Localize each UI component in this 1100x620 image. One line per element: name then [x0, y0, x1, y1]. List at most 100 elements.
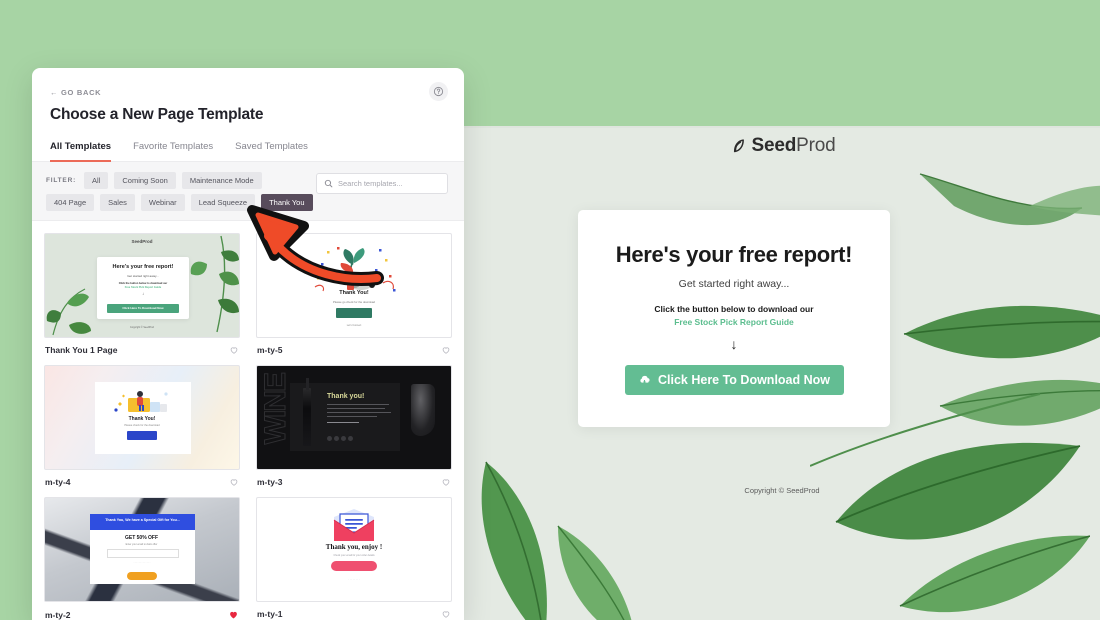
template-card-footer: m-ty-3 — [256, 470, 452, 487]
thumb-glass-image — [411, 384, 435, 436]
favorite-heart-icon[interactable] — [441, 477, 451, 487]
favorite-heart-icon[interactable] — [441, 609, 451, 619]
filter-chip-thank-you[interactable]: Thank You — [261, 194, 313, 211]
thumb-heading: Thank you! — [327, 393, 365, 400]
download-now-label: Click Here To Download Now — [657, 373, 830, 387]
leaf-logo-icon — [729, 138, 746, 155]
leaf-decoration-left-bottom — [481, 461, 632, 620]
template-card-footer: Thank You 1 Page — [44, 338, 240, 355]
thumb-fineprint: · · · · · · · · · · · · · — [133, 562, 151, 564]
preview-report-link[interactable]: Free Stock Pick Report Guide — [578, 317, 890, 327]
template-name: Thank You 1 Page — [45, 345, 118, 355]
preview-copyright: Copyright © SeedProd — [744, 486, 820, 495]
thumb-hero-card: Here's your free report! Get started rig… — [97, 257, 189, 319]
filter-chip-maintenance-mode[interactable]: Maintenance Mode — [181, 172, 262, 189]
template-card-m-ty-5[interactable]: Thank You! Please go check for the downl… — [256, 233, 452, 355]
go-back-link[interactable]: ← GO BACK — [50, 88, 101, 97]
thumb-email-input — [107, 549, 179, 558]
thumb-heading: Thank You! — [128, 416, 156, 422]
template-name: m-ty-4 — [45, 477, 71, 487]
template-card-footer: m-ty-5 — [256, 338, 452, 355]
search-input[interactable] — [338, 179, 440, 188]
thumb-sub: Please check for the download — [124, 424, 160, 427]
template-thumbnail[interactable]: WINE Thank you! — [256, 365, 452, 470]
thumb-banner: Thank You, We have a Special Gift for Yo… — [90, 514, 195, 530]
favorite-heart-icon-active[interactable] — [228, 609, 239, 620]
filter-chip-404-page[interactable]: 404 Page — [46, 194, 95, 211]
template-card-m-ty-4[interactable]: Thank You! Please check for the download… — [44, 365, 240, 487]
thumb-social-icons — [327, 428, 355, 446]
thumb-link: Free Stock Pick Report Guide — [124, 286, 162, 289]
template-card-footer: m-ty-4 — [44, 470, 240, 487]
brand-logo: SeedProd — [464, 135, 1100, 157]
template-card-footer: m-ty-1 — [256, 602, 452, 619]
template-grid: SeedProd Here's your free report! Get st… — [32, 221, 464, 620]
template-thumbnail[interactable]: Thank You! Please go check for the downl… — [256, 233, 452, 338]
thumb-bottle-image — [303, 378, 311, 446]
favorite-heart-icon[interactable] — [441, 345, 451, 355]
thumb-line: Click the button below to download our — [118, 282, 168, 285]
thumb-sub: Get started right away... — [127, 274, 159, 278]
filter-chip-webinar[interactable]: Webinar — [140, 194, 185, 211]
template-name: m-ty-5 — [257, 345, 283, 355]
favorite-heart-icon[interactable] — [229, 345, 239, 355]
thumb-sub: Please go check for the download — [333, 300, 375, 304]
download-now-button[interactable]: Click Here To Download Now — [624, 365, 844, 395]
template-card-m-ty-3[interactable]: WINE Thank you! m-ty-3 — [256, 365, 452, 487]
favorite-heart-icon[interactable] — [229, 477, 239, 487]
filter-chip-coming-soon[interactable]: Coming Soon — [114, 172, 176, 189]
preview-top-strip — [464, 126, 1100, 128]
filter-chip-lead-squeeze[interactable]: Lead Squeeze — [190, 194, 256, 211]
template-thumbnail[interactable]: Thank You! Please check for the download — [44, 365, 240, 470]
template-name: m-ty-3 — [257, 477, 283, 487]
preview-heading: Here's your free report! — [615, 242, 853, 267]
modal-header: ← GO BACK Choose a New Page Template — [32, 68, 464, 124]
preview-subheading: Get started right away... — [678, 278, 790, 290]
template-name: m-ty-1 — [257, 609, 283, 619]
template-tabs: All Templates Favorite Templates Saved T… — [32, 140, 464, 162]
template-thumbnail[interactable]: Thank You, We have a Special Gift for Yo… — [44, 497, 240, 602]
thumb-wine-wordmark: WINE — [259, 374, 293, 445]
tab-favorite-templates[interactable]: Favorite Templates — [133, 141, 213, 162]
thumb-button — [336, 308, 372, 318]
thumb-envelope-icon — [333, 509, 375, 541]
page-title: Choose a New Page Template — [50, 106, 264, 123]
filter-chip-all[interactable]: All — [84, 172, 109, 189]
template-card-m-ty-1[interactable]: Thank you, enjoy ! Check your email for … — [256, 497, 452, 620]
question-circle-icon[interactable] — [429, 82, 448, 101]
template-picker-modal: ← GO BACK Choose a New Page Template All… — [32, 68, 464, 620]
tab-saved-templates[interactable]: Saved Templates — [235, 141, 308, 162]
thumb-confetti-plant-illustration — [314, 247, 396, 292]
search-icon — [324, 179, 333, 188]
filter-chip-sales[interactable]: Sales — [100, 194, 135, 211]
thumb-fineprint: · · · · · · · · — [348, 578, 360, 581]
cloud-download-icon — [638, 374, 651, 387]
preview-instruction: Click the button below to download our — [654, 304, 814, 314]
thumb-sub: Check your email for your order details — [333, 554, 375, 557]
thumb-copyright: Copyright © SeedProd — [130, 326, 154, 329]
thumb-button — [127, 431, 157, 440]
search-box[interactable] — [316, 173, 448, 194]
template-card-thank-you-1-page[interactable]: SeedProd Here's your free report! Get st… — [44, 233, 240, 355]
thumb-heading: Here's your free report! — [112, 264, 174, 270]
filter-chip-group: FILTER: All Coming Soon Maintenance Mode… — [46, 172, 314, 211]
template-thumbnail[interactable]: SeedProd Here's your free report! Get st… — [44, 233, 240, 338]
template-card-m-ty-2[interactable]: Thank You, We have a Special Gift for Yo… — [44, 497, 240, 620]
tab-all-templates[interactable]: All Templates — [50, 141, 112, 162]
thumb-heading: Thank You! — [339, 290, 369, 296]
filter-bar: FILTER: All Coming Soon Maintenance Mode… — [32, 162, 464, 221]
thumb-sub: Enter your email to claim offer — [125, 543, 158, 546]
thumb-person-illustration — [114, 391, 168, 412]
thumb-social-icons — [257, 329, 451, 337]
brand-name-light: Prod — [796, 135, 836, 156]
template-thumbnail[interactable]: Thank you, enjoy ! Check your email for … — [256, 497, 452, 602]
template-name: m-ty-2 — [45, 609, 71, 620]
filter-label: FILTER: — [46, 177, 77, 184]
down-arrow-icon: ↓ — [730, 336, 738, 352]
thumb-heading: Thank you, enjoy ! — [325, 543, 383, 551]
template-card-footer: m-ty-2 — [44, 602, 240, 620]
thumb-down-arrow-icon: ↓ — [142, 291, 144, 296]
thumb-button — [331, 561, 377, 571]
brand-name-bold: Seed — [751, 135, 797, 156]
thumb-heading: GET 50% OFF — [124, 535, 159, 541]
